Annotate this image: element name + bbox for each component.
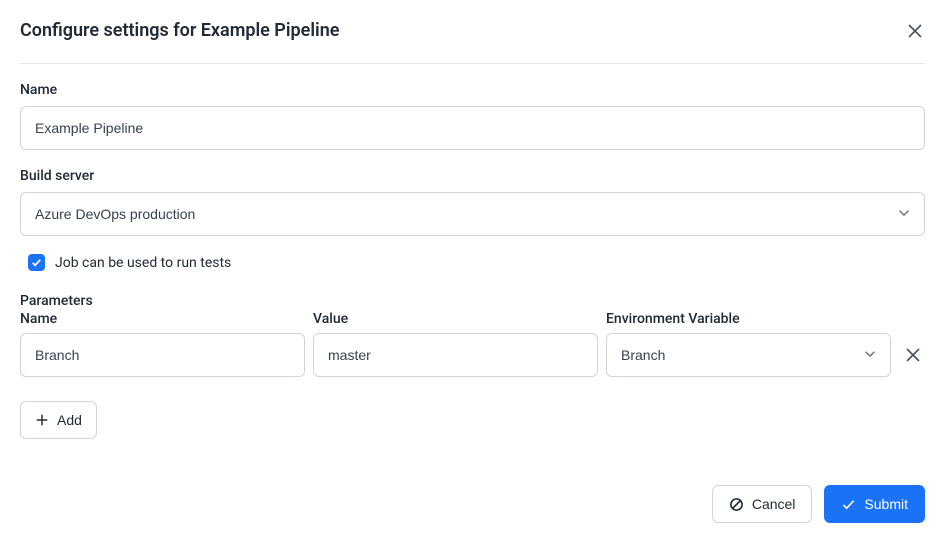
- submit-button-label: Submit: [864, 496, 908, 512]
- parameters-label: Parameters: [20, 293, 925, 309]
- add-button[interactable]: Add: [20, 401, 97, 439]
- checkbox-row: Job can be used to run tests: [28, 254, 925, 271]
- build-server-label: Build server: [20, 168, 925, 184]
- footer-actions: Cancel Submit: [712, 485, 925, 523]
- param-col-value: Value: [313, 311, 598, 327]
- dialog-header: Configure settings for Example Pipeline: [20, 20, 925, 64]
- param-delete-button[interactable]: [899, 347, 927, 363]
- build-server-group: Build server: [20, 168, 925, 236]
- dialog-title: Configure settings for Example Pipeline: [20, 20, 339, 41]
- name-input[interactable]: [20, 106, 925, 150]
- job-tests-label: Job can be used to run tests: [55, 255, 231, 271]
- check-icon: [841, 497, 856, 512]
- cancel-icon: [729, 497, 744, 512]
- check-icon: [31, 257, 42, 268]
- cancel-button[interactable]: Cancel: [712, 485, 813, 523]
- name-label: Name: [20, 82, 925, 98]
- name-group: Name: [20, 82, 925, 150]
- build-server-select[interactable]: [20, 192, 925, 236]
- submit-button[interactable]: Submit: [824, 485, 925, 523]
- parameters-header-row: Name Value Environment Variable: [20, 311, 925, 333]
- close-icon: [905, 347, 921, 363]
- close-icon: [907, 23, 923, 39]
- param-value-input[interactable]: [313, 333, 598, 377]
- add-button-label: Add: [57, 412, 82, 428]
- param-env-select[interactable]: [606, 333, 891, 377]
- close-button[interactable]: [905, 21, 925, 41]
- plus-icon: [35, 413, 49, 427]
- cancel-button-label: Cancel: [752, 496, 796, 512]
- param-col-name: Name: [20, 311, 305, 327]
- parameter-row: [20, 333, 925, 377]
- param-col-env: Environment Variable: [606, 311, 891, 327]
- param-name-input[interactable]: [20, 333, 305, 377]
- job-tests-checkbox[interactable]: [28, 254, 45, 271]
